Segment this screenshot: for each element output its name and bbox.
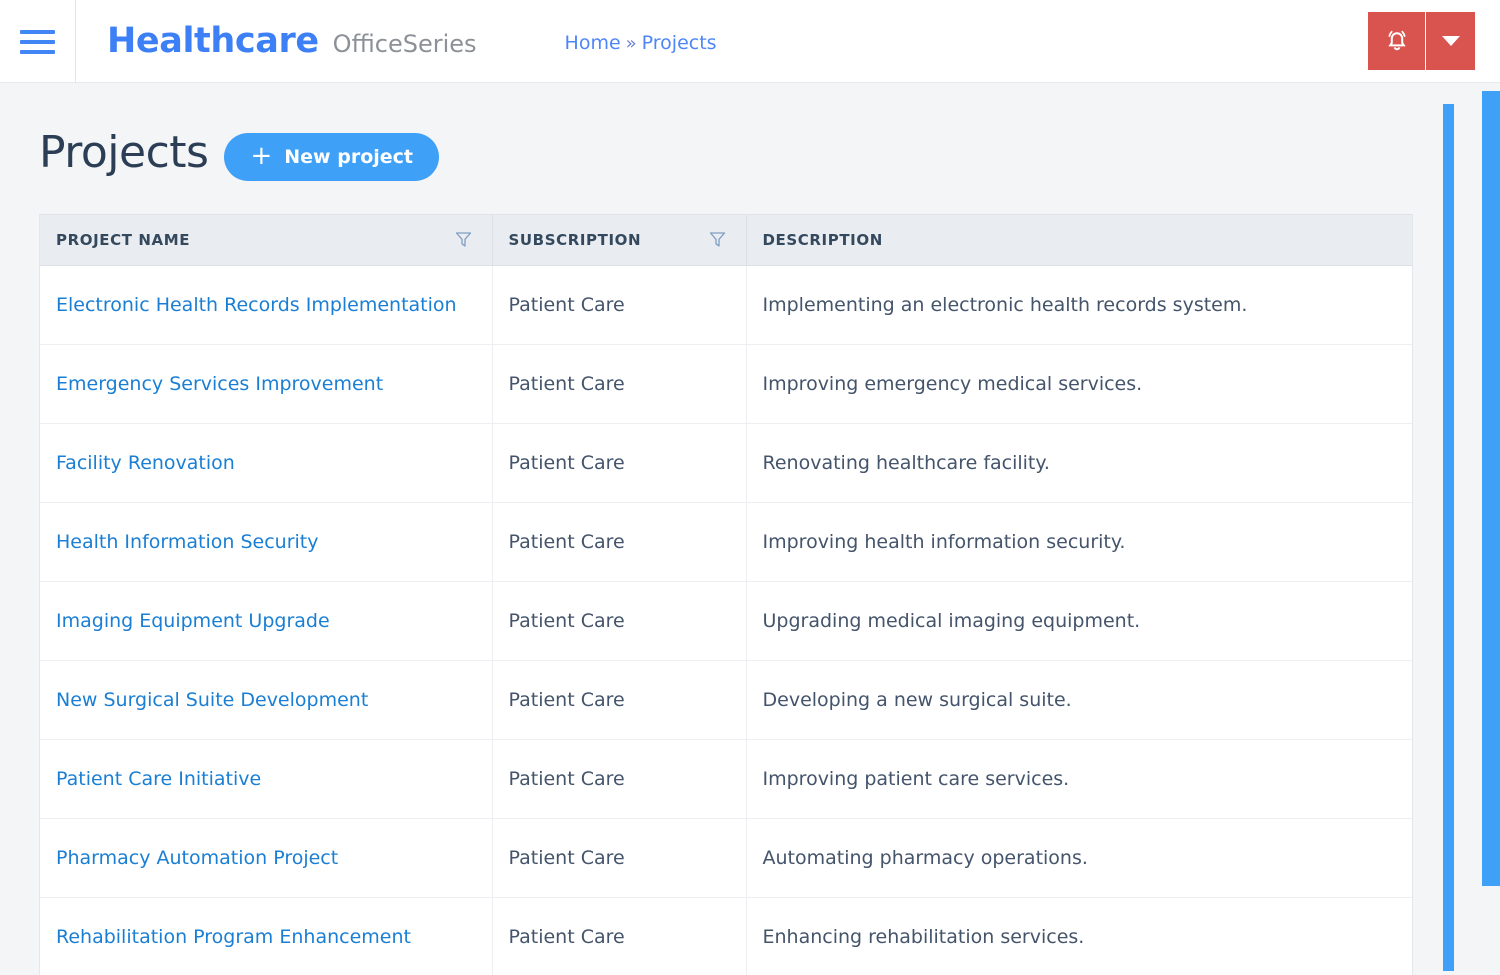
brand-logo[interactable]: Healthcare OfficeSeries [107,21,477,61]
cell-description: Upgrading medical imaging equipment. [746,581,1412,661]
cell-subscription: Patient Care [492,502,747,582]
plus-icon: + [250,140,273,171]
project-name-link[interactable]: Facility Renovation [56,452,235,474]
notification-button-group [1368,12,1475,70]
project-name-link[interactable]: Imaging Equipment Upgrade [56,610,330,632]
filter-icon-project-name[interactable] [455,231,476,248]
table-header-row: PROJECT NAME SUBSCRIPTION DESCRIPTION [40,215,1412,266]
cell-description: Improving health information security. [746,502,1412,582]
cell-project-name: Imaging Equipment Upgrade [40,581,493,661]
cell-description: Implementing an electronic health record… [746,265,1412,345]
cell-project-name: Patient Care Initiative [40,739,493,819]
cell-project-name: New Surgical Suite Development [40,660,493,740]
project-name-link[interactable]: New Surgical Suite Development [56,689,368,711]
table-row: Imaging Equipment Upgrade Patient Care Upg… [40,581,1412,661]
top-navigation-bar: Healthcare OfficeSeries Home » Projects [0,0,1500,83]
table-row: Patient Care Initiative Patient Care Impro… [40,739,1412,819]
table-row: Rehabilitation Program Enhancement Patien… [40,897,1412,975]
breadcrumb-current-link[interactable]: Projects [642,32,717,54]
table-body: Electronic Health Records Implementation… [40,265,1412,975]
cell-subscription: Patient Care [492,660,747,740]
column-header-description[interactable]: DESCRIPTION [746,215,1412,266]
page-header: Projects + New project [0,83,1500,181]
breadcrumb-home-link[interactable]: Home [565,32,621,54]
cell-project-name: Health Information Security [40,502,493,582]
column-header-project-name-label: PROJECT NAME [56,230,191,249]
hamburger-bar [20,40,55,44]
cell-subscription: Patient Care [492,739,747,819]
chevron-down-icon [1441,36,1460,46]
page-title: Projects [39,127,209,178]
new-project-button[interactable]: + New project [224,132,439,181]
cell-description: Improving patient care services. [746,739,1412,819]
cell-subscription: Patient Care [492,423,747,503]
cell-project-name: Electronic Health Records Implementation [40,265,493,345]
cell-subscription: Patient Care [492,818,747,898]
projects-table: PROJECT NAME SUBSCRIPTION DESCRIPTION El… [40,215,1412,975]
new-project-button-label: New project [284,145,413,168]
table-header: PROJECT NAME SUBSCRIPTION DESCRIPTION [40,215,1412,266]
brand-name: Healthcare [107,21,319,61]
table-row: Facility Renovation Patient Care Renovatin… [40,423,1412,503]
cell-project-name: Facility Renovation [40,423,493,503]
main-content: Projects + New project PROJECT NAME SUBS… [0,83,1500,975]
breadcrumb: Home » Projects [565,32,717,54]
cell-description: Improving emergency medical services. [746,344,1412,424]
cell-project-name: Emergency Services Improvement [40,344,493,424]
project-name-link[interactable]: Health Information Security [56,531,318,553]
brand-suffix: OfficeSeries [332,30,477,58]
cell-subscription: Patient Care [492,265,747,345]
page-scrollbar-thumb[interactable] [1482,91,1500,886]
notification-dropdown-toggle[interactable] [1426,12,1475,70]
cell-description: Developing a new surgical suite. [746,660,1412,740]
filter-icon-subscription[interactable] [709,231,730,248]
breadcrumb-separator: » [625,32,637,54]
content-scrollbar-thumb[interactable] [1443,104,1454,971]
cell-description: Automating pharmacy operations. [746,818,1412,898]
cell-description: Enhancing rehabilitation services. [762,925,1085,948]
project-name-link[interactable]: Patient Care Initiative [56,768,261,790]
cell-description: Renovating healthcare facility. [746,423,1412,503]
table-row: Electronic Health Records Implementation… [40,265,1412,345]
cell-subscription: Patient Care [492,344,747,424]
table-row: Health Information Security Patient Care I… [40,502,1412,582]
project-name-link[interactable]: Pharmacy Automation Project [56,847,338,869]
cell-subscription: Patient Care [492,897,747,975]
hamburger-bar [20,30,55,34]
bell-icon [1387,30,1406,51]
table-row: Emergency Services Improvement Patient Ca… [40,344,1412,424]
cell-project-name: Pharmacy Automation Project [40,818,493,898]
projects-table-container: PROJECT NAME SUBSCRIPTION DESCRIPTION El… [39,214,1413,975]
column-header-subscription-label: SUBSCRIPTION [508,230,642,249]
project-name-link[interactable]: Rehabilitation Program Enhancement [56,926,411,948]
column-header-description-label: DESCRIPTION [762,230,883,249]
hamburger-bar [20,50,55,54]
column-header-project-name[interactable]: PROJECT NAME [40,215,493,266]
table-row: Pharmacy Automation Project Patient Care A… [40,818,1412,898]
notification-button[interactable] [1368,12,1426,70]
table-row: New Surgical Suite Development Patient Ca… [40,660,1412,740]
column-header-subscription[interactable]: SUBSCRIPTION [492,215,747,266]
cell-project-name: Rehabilitation Program Enhancement [40,897,493,975]
cell-subscription: Patient Care [492,581,747,661]
project-name-link[interactable]: Emergency Services Improvement [56,373,383,395]
project-name-link[interactable]: Electronic Health Records Implementation [56,294,457,316]
hamburger-menu-icon[interactable] [0,0,76,83]
